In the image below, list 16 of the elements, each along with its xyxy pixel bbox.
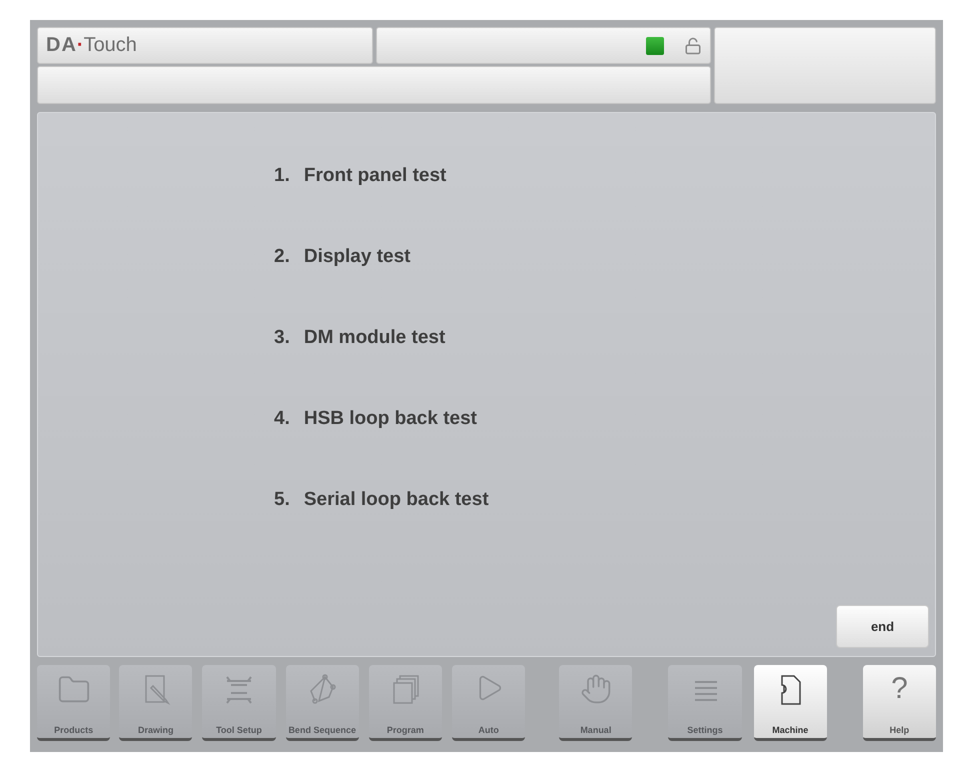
hand-icon	[580, 673, 612, 705]
nav-button[interactable]: Machine	[754, 665, 827, 741]
test-label[interactable]: Front panel test	[304, 165, 446, 246]
item-number: 1.	[274, 165, 290, 188]
item-number: 3.	[274, 327, 290, 350]
item-number: 4.	[274, 408, 290, 431]
logo: DA·Touch	[46, 34, 137, 57]
item-number: 5.	[274, 489, 290, 512]
test-label[interactable]: Display test	[304, 246, 411, 327]
test-label[interactable]: Serial loop back test	[304, 489, 489, 570]
nav-button[interactable]: ? Help	[862, 665, 936, 741]
test-label[interactable]: HSB loop back test	[304, 408, 478, 489]
question-mark-icon: ?	[891, 673, 908, 705]
end-button[interactable]: end	[836, 605, 929, 648]
test-label[interactable]: DM module test	[304, 327, 446, 408]
item-number: 2.	[274, 246, 290, 269]
